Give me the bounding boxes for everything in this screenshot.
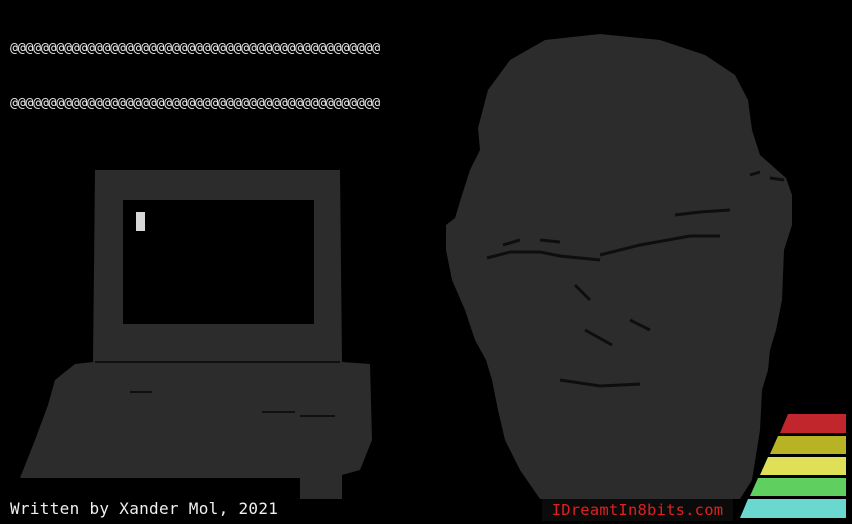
character-block: @@@@@@@@@@@@@@@@@@@@@@@@@@@@@@@@@@@@@@@@… xyxy=(10,4,480,150)
char-row: @@@@@@@@@@@@@@@@@@@@@@@@@@@@@@@@@@@@@@@@… xyxy=(10,95,480,113)
credit-text: Written by Xander Mol, 2021 xyxy=(10,499,279,518)
stripe-red xyxy=(780,414,846,433)
stripe-cyan xyxy=(740,499,846,518)
website-link[interactable]: IDreamtIn8bits.com xyxy=(542,499,733,521)
char-row: @@@@@@@@@@@@@@@@@@@@@@@@@@@@@@@@@@@@@@@@… xyxy=(10,40,480,58)
stripe-olive xyxy=(770,436,846,454)
stripe-green xyxy=(750,478,846,496)
game-screen: @@@@@@@@@@@@@@@@@@@@@@@@@@@@@@@@@@@@@@@@… xyxy=(0,0,852,524)
stripe-yellow xyxy=(760,457,846,475)
computer-screen xyxy=(123,200,314,324)
rainbow-stripes xyxy=(740,414,846,518)
cursor-icon xyxy=(136,212,145,231)
